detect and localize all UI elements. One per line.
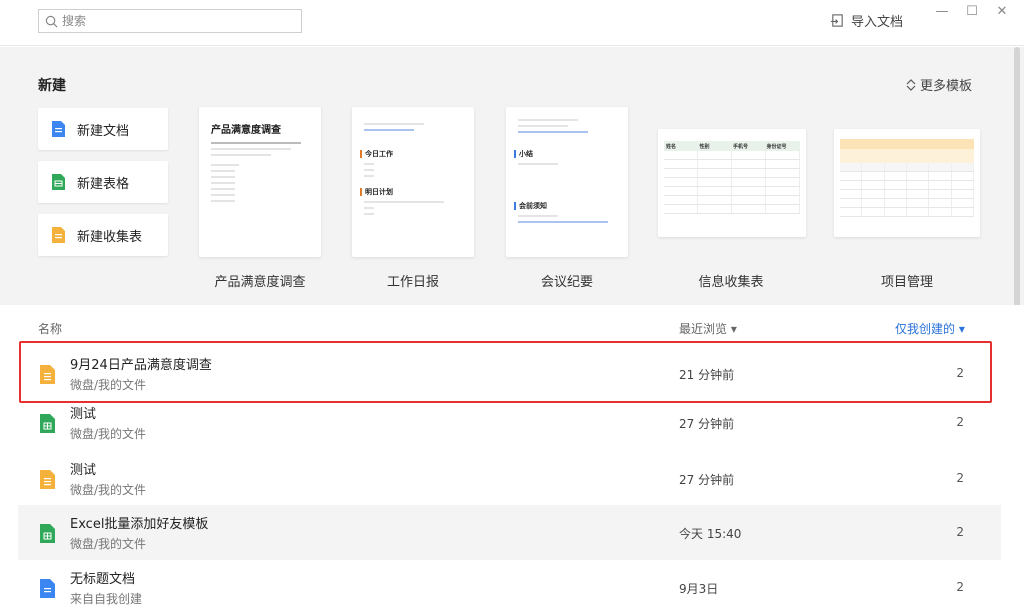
filter-created-by-me[interactable]: 仅我创建的 ▾ [895, 320, 965, 337]
file-row[interactable]: 测试 微盘/我的文件 27 分钟前 2 [18, 395, 1001, 450]
new-section: 新建 更多模板 新建文档 新建表格 新建收集表 产品满意度调查 产品满意度调查 … [0, 47, 1024, 305]
file-row[interactable]: 测试 微盘/我的文件 27 分钟前 2 [18, 451, 1001, 506]
file-name: 测试 [70, 407, 97, 422]
new-form-label: 新建收集表 [77, 229, 143, 245]
new-form-button[interactable]: 新建收集表 [38, 214, 168, 256]
new-sheet-label: 新建表格 [77, 176, 130, 192]
file-path: 来自自我创建 [70, 592, 143, 606]
template-heading: 产品满意度调查 [211, 125, 281, 136]
template-label: 产品满意度调查 [214, 275, 306, 290]
template-label: 项目管理 [880, 275, 933, 290]
template-label: 信息收集表 [698, 275, 764, 290]
import-label: 导入文档 [851, 15, 904, 30]
file-path: 微盘/我的文件 [70, 483, 147, 497]
new-document-label: 新建文档 [77, 123, 130, 139]
sheet-icon [52, 174, 65, 190]
file-count: 2 [956, 415, 964, 429]
file-row[interactable]: 9月24日产品满意度调查 微盘/我的文件 21 分钟前 2 [18, 346, 1001, 401]
file-path: 微盘/我的文件 [70, 537, 147, 551]
file-row[interactable]: Excel批量添加好友模板 微盘/我的文件 今天 15:40 2 [18, 505, 1001, 560]
file-row[interactable]: 无标题文档 来自自我创建 9月3日 2 [18, 560, 1001, 610]
sheet-icon [40, 414, 55, 433]
template-info-collection[interactable]: 姓名 性别 手机号 身份证号 [658, 129, 806, 237]
title-bar: 导入文档 — ☐ ✕ [0, 0, 1024, 46]
more-templates-label: 更多模板 [920, 79, 973, 94]
new-document-button[interactable]: 新建文档 [38, 108, 168, 150]
template-project-management[interactable] [834, 129, 980, 237]
file-count: 2 [956, 471, 964, 485]
search-box[interactable] [38, 9, 302, 33]
table-header-cell: 身份证号 [766, 143, 787, 150]
more-templates-button[interactable]: 更多模板 [906, 75, 972, 94]
minimize-icon[interactable]: — [932, 4, 952, 19]
table-header-cell: 手机号 [733, 143, 749, 150]
form-icon [52, 227, 65, 243]
column-recent-sort[interactable]: 最近浏览 ▾ [679, 320, 737, 337]
table-header-cell: 姓名 [666, 143, 677, 150]
file-count: 2 [956, 580, 964, 594]
file-path: 微盘/我的文件 [70, 427, 147, 441]
file-time: 今天 15:40 [679, 527, 742, 541]
new-section-title: 新建 [38, 78, 66, 94]
new-sheet-button[interactable]: 新建表格 [38, 161, 168, 203]
file-time: 27 分钟前 [679, 473, 735, 487]
template-daily-report[interactable]: 今日工作 明日计划 [352, 107, 474, 257]
file-time: 9月3日 [679, 582, 719, 596]
maximize-icon[interactable]: ☐ [962, 4, 982, 19]
file-path: 微盘/我的文件 [70, 378, 147, 392]
column-name: 名称 [38, 322, 63, 336]
doc-icon [40, 579, 55, 598]
form-icon [40, 365, 55, 384]
scrollbar[interactable] [1013, 47, 1022, 327]
table-header-cell: 性别 [699, 143, 710, 150]
file-list-header: 名称 最近浏览 ▾ 仅我创建的 ▾ [0, 305, 1024, 341]
import-document-button[interactable]: 导入文档 [830, 11, 903, 30]
template-label: 工作日报 [386, 275, 439, 290]
sort-arrows-icon [906, 78, 916, 91]
close-icon[interactable]: ✕ [992, 4, 1012, 19]
search-icon [45, 15, 58, 27]
import-icon [830, 14, 843, 27]
file-time: 27 分钟前 [679, 417, 735, 431]
template-section: 明日计划 [365, 188, 393, 196]
template-meeting-minutes[interactable]: 小结 会前须知 [506, 107, 628, 257]
template-satisfaction-survey[interactable]: 产品满意度调查 [199, 107, 321, 257]
file-name: 测试 [70, 463, 97, 478]
template-section: 会前须知 [519, 202, 547, 210]
file-time: 21 分钟前 [679, 368, 735, 382]
template-section: 今日工作 [365, 150, 393, 158]
sheet-icon [40, 524, 55, 543]
file-count: 2 [956, 366, 964, 380]
search-input[interactable] [62, 14, 282, 28]
file-count: 2 [956, 525, 964, 539]
scrollbar-thumb[interactable] [1014, 47, 1020, 317]
template-label: 会议纪要 [540, 275, 593, 290]
form-icon [40, 470, 55, 489]
file-name: 无标题文档 [70, 572, 136, 587]
doc-icon [52, 121, 65, 137]
file-name: 9月24日产品满意度调查 [70, 358, 212, 373]
template-section: 小结 [519, 150, 533, 158]
file-name: Excel批量添加好友模板 [70, 517, 209, 532]
